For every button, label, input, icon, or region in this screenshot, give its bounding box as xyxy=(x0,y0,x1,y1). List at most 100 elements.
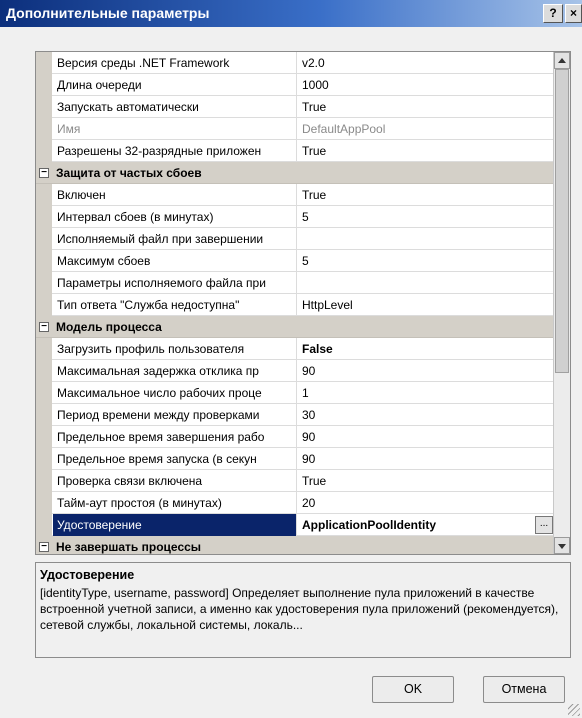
property-name: Тайм-аут простоя (в минутах) xyxy=(53,492,297,514)
property-name: Включен xyxy=(53,184,297,206)
property-row[interactable]: Длина очереди 1000 xyxy=(36,74,554,96)
property-value[interactable]: True xyxy=(298,470,554,492)
resize-grip-icon[interactable] xyxy=(568,704,580,716)
property-value[interactable]: False xyxy=(298,338,554,360)
property-name: Длина очереди xyxy=(53,74,297,96)
property-value[interactable] xyxy=(298,228,554,250)
property-row[interactable]: Предельное время запуска (в секун 90 xyxy=(36,448,554,470)
property-name: Разрешены 32-разрядные приложен xyxy=(53,140,297,162)
property-row[interactable]: Предельное время завершения рабо 90 xyxy=(36,426,554,448)
property-row[interactable]: Максимальное число рабочих проце 1 xyxy=(36,382,554,404)
property-value[interactable]: DefaultAppPool xyxy=(298,118,554,140)
property-value[interactable]: 1 xyxy=(298,382,554,404)
property-name: Имя xyxy=(53,118,297,140)
scroll-up-button[interactable] xyxy=(554,52,570,69)
property-value[interactable] xyxy=(298,272,554,294)
property-value[interactable]: True xyxy=(298,140,554,162)
property-row[interactable]: Максимальная задержка отклика пр 90 xyxy=(36,360,554,382)
scroll-down-button[interactable] xyxy=(554,537,570,554)
property-value[interactable]: 90 xyxy=(298,426,554,448)
property-name: Проверка связи включена xyxy=(53,470,297,492)
property-row[interactable]: Максимум сбоев 5 xyxy=(36,250,554,272)
category-row[interactable]: − Модель процесса xyxy=(36,316,554,338)
property-row[interactable]: Проверка связи включена True xyxy=(36,470,554,492)
vertical-scrollbar[interactable] xyxy=(553,52,570,554)
property-name: Параметры исполняемого файла при xyxy=(53,272,297,294)
description-panel: Удостоверение [identityType, username, p… xyxy=(35,562,571,658)
property-rows: Версия среды .NET Framework v2.0 Длина оче… xyxy=(36,52,554,554)
description-text: [identityType, username, password] Опред… xyxy=(40,586,559,632)
row-gutter xyxy=(36,294,52,316)
ok-button[interactable]: OK xyxy=(372,676,454,703)
property-name: Максимальная задержка отклика пр xyxy=(53,360,297,382)
property-value[interactable]: v2.0 xyxy=(298,52,554,74)
row-gutter xyxy=(36,52,52,74)
row-gutter xyxy=(36,96,52,118)
property-row[interactable]: Запускать автоматически True xyxy=(36,96,554,118)
property-row[interactable]: Удостоверение ApplicationPoolIdentity... xyxy=(36,514,554,536)
property-value[interactable]: True xyxy=(298,184,554,206)
property-row[interactable]: Параметры исполняемого файла при xyxy=(36,272,554,294)
property-name: Удостоверение xyxy=(53,514,297,536)
property-value[interactable]: 20 xyxy=(298,492,554,514)
row-gutter xyxy=(36,470,52,492)
arrow-up-icon xyxy=(558,58,566,63)
cancel-button[interactable]: Отмена xyxy=(483,676,565,703)
row-gutter xyxy=(36,272,52,294)
property-row[interactable]: Имя DefaultAppPool xyxy=(36,118,554,140)
property-name: Период времени между проверками xyxy=(53,404,297,426)
row-gutter xyxy=(36,426,52,448)
property-name: Загрузить профиль пользователя xyxy=(53,338,297,360)
property-name: Предельное время запуска (в секун xyxy=(53,448,297,470)
description-title: Удостоверение xyxy=(40,568,135,582)
row-gutter xyxy=(36,404,52,426)
property-row[interactable]: Исполняемый файл при завершении xyxy=(36,228,554,250)
property-row[interactable]: Загрузить профиль пользователя False xyxy=(36,338,554,360)
row-gutter xyxy=(36,382,52,404)
browse-button[interactable]: ... xyxy=(535,516,553,534)
category-row[interactable]: − Не завершать процессы xyxy=(36,536,554,554)
property-value[interactable]: HttpLevel xyxy=(298,294,554,316)
property-name: Предельное время завершения рабо xyxy=(53,426,297,448)
property-value[interactable]: ApplicationPoolIdentity xyxy=(298,514,534,536)
property-row[interactable]: Включен True xyxy=(36,184,554,206)
property-row[interactable]: Тип ответа "Служба недоступна" HttpLevel xyxy=(36,294,554,316)
property-value[interactable]: True xyxy=(298,96,554,118)
category-label: Модель процесса xyxy=(56,320,162,334)
property-value[interactable]: 5 xyxy=(298,250,554,272)
property-row[interactable]: Период времени между проверками 30 xyxy=(36,404,554,426)
scroll-thumb[interactable] xyxy=(555,69,569,373)
property-row[interactable]: Интервал сбоев (в минутах) 5 xyxy=(36,206,554,228)
category-row[interactable]: − Защита от частых сбоев xyxy=(36,162,554,184)
property-name: Запускать автоматически xyxy=(53,96,297,118)
row-gutter xyxy=(36,360,52,382)
category-label: Не завершать процессы xyxy=(56,540,202,554)
property-name: Исполняемый файл при завершении xyxy=(53,228,297,250)
category-label: Защита от частых сбоев xyxy=(56,166,202,180)
row-gutter xyxy=(36,118,52,140)
row-gutter xyxy=(36,74,52,96)
row-gutter xyxy=(36,338,52,360)
row-gutter xyxy=(36,206,52,228)
row-gutter xyxy=(36,492,52,514)
row-gutter xyxy=(36,514,52,536)
property-value[interactable]: 90 xyxy=(298,448,554,470)
property-name: Максимальное число рабочих проце xyxy=(53,382,297,404)
property-name: Версия среды .NET Framework xyxy=(53,52,297,74)
property-row[interactable]: Версия среды .NET Framework v2.0 xyxy=(36,52,554,74)
title-bar: Дополнительные параметры ? × xyxy=(0,0,582,27)
row-gutter xyxy=(36,448,52,470)
property-value[interactable]: 5 xyxy=(298,206,554,228)
property-row[interactable]: Разрешены 32-разрядные приложен True xyxy=(36,140,554,162)
row-gutter xyxy=(36,228,52,250)
property-value[interactable]: 1000 xyxy=(298,74,554,96)
row-gutter xyxy=(36,250,52,272)
row-gutter xyxy=(36,184,52,206)
help-button[interactable]: ? xyxy=(543,4,563,23)
property-row[interactable]: Тайм-аут простоя (в минутах) 20 xyxy=(36,492,554,514)
close-button[interactable]: × xyxy=(565,4,582,23)
property-value[interactable]: 30 xyxy=(298,404,554,426)
property-grid[interactable]: Версия среды .NET Framework v2.0 Длина оче… xyxy=(35,51,571,555)
property-value[interactable]: 90 xyxy=(298,360,554,382)
arrow-down-icon xyxy=(558,544,566,549)
